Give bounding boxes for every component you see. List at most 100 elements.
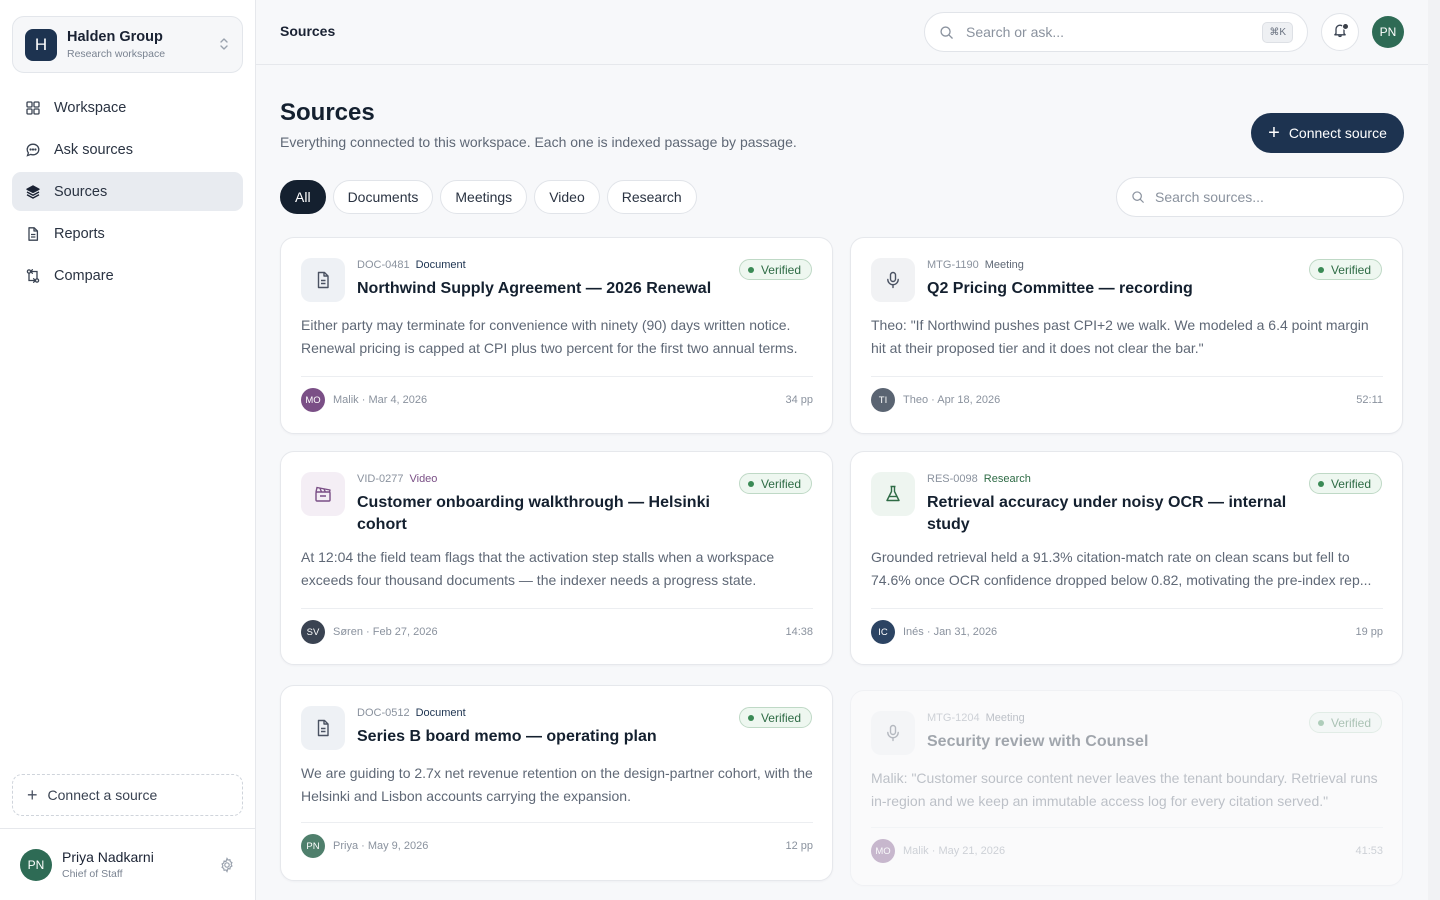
source-id: MTG-1190 xyxy=(927,259,979,271)
source-byline: Søren · Feb 27, 2026 xyxy=(333,626,438,638)
sidebar-item-compare[interactable]: Compare xyxy=(12,256,243,295)
source-kind: Video xyxy=(409,473,438,485)
source-meta: RES-0098 Research xyxy=(927,473,1031,485)
status-label: Verified xyxy=(1330,476,1371,491)
source-length: 14:38 xyxy=(785,626,813,638)
chevron-updown-icon xyxy=(218,37,230,53)
source-length: 52:11 xyxy=(1356,394,1383,406)
search-icon xyxy=(939,25,954,40)
source-title[interactable]: Series B board memo — operating plan xyxy=(357,726,727,748)
source-excerpt: We are guiding to 2.7x net revenue reten… xyxy=(301,765,813,804)
gear-icon[interactable] xyxy=(219,856,235,873)
source-id: RES-0098 xyxy=(927,473,978,485)
sidebar-item-label: Workspace xyxy=(54,99,127,116)
source-meta: DOC-0481 Document xyxy=(357,259,466,271)
plus-icon: + xyxy=(27,784,38,805)
avatar: PN xyxy=(20,848,52,881)
connect-a-source-button[interactable]: + Connect a source xyxy=(12,774,243,816)
workspace-name: Halden Group xyxy=(67,29,163,45)
topbar: Sources Search or ask... ⌘K PN xyxy=(256,0,1428,65)
source-title[interactable]: Q2 Pricing Committee — recording xyxy=(927,278,1297,300)
status-badge: Verified xyxy=(1308,712,1382,733)
workspace-text: Halden Group Research workspace xyxy=(67,29,218,60)
filter-tabs: All Documents Meetings Video Research xyxy=(280,180,704,214)
source-card[interactable]: MTG-1190 Meeting Q2 Pricing Committee — r… xyxy=(850,237,1403,434)
source-title[interactable]: Northwind Supply Agreement — 2026 Renewa… xyxy=(357,278,727,300)
source-footer: MO Malik · May 21, 2026 41:53 xyxy=(871,839,1383,863)
layers-icon xyxy=(25,184,41,200)
source-card[interactable]: MTG-1204 Meeting Security review with Cou… xyxy=(850,690,1403,886)
search-icon xyxy=(1131,190,1145,204)
sources-search-input[interactable]: Search sources... xyxy=(1116,177,1404,217)
grid-icon xyxy=(25,100,41,116)
avatar: IC xyxy=(871,620,895,644)
user-text: Priya Nadkarni Chief of Staff xyxy=(62,849,219,880)
scrollbar[interactable] xyxy=(1428,0,1440,900)
source-excerpt: At 12:04 the field team flags that the a… xyxy=(301,549,775,588)
sidebar-item-ask-sources[interactable]: Ask sources xyxy=(12,130,243,169)
source-footer: TI Theo · Apr 18, 2026 52:11 xyxy=(871,388,1383,412)
sidebar-item-sources[interactable]: Sources xyxy=(12,172,243,211)
divider xyxy=(871,376,1383,377)
divider xyxy=(301,608,813,609)
filter-tab-documents[interactable]: Documents xyxy=(332,180,434,214)
compare-icon xyxy=(25,268,41,284)
source-title[interactable]: Retrieval accuracy under noisy OCR — int… xyxy=(927,492,1297,536)
filter-tab-all[interactable]: All xyxy=(280,180,326,214)
global-search-input[interactable]: Search or ask... ⌘K xyxy=(924,12,1308,52)
status-badge: Verified xyxy=(1308,259,1382,280)
status-dot xyxy=(747,266,754,273)
source-excerpt: Theo: "If Northwind pushes past CPI+2 we… xyxy=(871,317,1369,356)
connect-source-label: Connect source xyxy=(1288,125,1387,141)
sidebar-nav: Workspace Ask sources Sources Reports Co… xyxy=(12,88,243,298)
source-footer: SV Søren · Feb 27, 2026 14:38 xyxy=(301,620,813,644)
source-kind: Research xyxy=(983,473,1031,485)
source-meta: VID-0277 Video xyxy=(357,473,437,485)
status-label: Verified xyxy=(760,262,801,277)
sources-search-placeholder: Search sources... xyxy=(1155,189,1264,205)
filter-tab-meetings[interactable]: Meetings xyxy=(440,180,528,214)
source-byline: Theo · Apr 18, 2026 xyxy=(903,394,1001,406)
page-subtitle: Everything connected to this workspace. … xyxy=(280,134,797,150)
source-card[interactable]: DOC-0481 Document Northwind Supply Agreem… xyxy=(280,237,833,434)
notification-dot xyxy=(1342,23,1349,30)
status-dot xyxy=(747,714,754,721)
filter-tab-research[interactable]: Research xyxy=(606,180,697,214)
divider xyxy=(301,376,813,377)
status-dot xyxy=(747,480,754,487)
avatar[interactable]: PN xyxy=(1372,16,1404,48)
notifications-button[interactable] xyxy=(1321,13,1359,51)
source-kind: Document xyxy=(415,259,466,271)
source-card[interactable]: VID-0277 Video Customer onboarding walkth… xyxy=(280,451,833,665)
source-title[interactable]: Customer onboarding walkthrough — Helsin… xyxy=(357,492,727,536)
source-byline: Malik · Mar 4, 2026 xyxy=(333,394,428,406)
status-badge: Verified xyxy=(738,707,812,728)
connect-source-button[interactable]: + Connect source xyxy=(1251,113,1404,153)
chat-icon xyxy=(25,142,41,158)
document-icon xyxy=(301,706,345,750)
filter-tab-video[interactable]: Video xyxy=(534,180,600,214)
source-title[interactable]: Security review with Counsel xyxy=(927,731,1297,753)
status-label: Verified xyxy=(1330,262,1371,277)
workspace-switcher[interactable]: H Halden Group Research workspace xyxy=(12,16,243,73)
workspace-logo: H xyxy=(25,28,57,61)
source-length: 19 pp xyxy=(1355,626,1383,638)
sidebar-item-reports[interactable]: Reports xyxy=(12,214,243,253)
source-footer: IC Inés · Jan 31, 2026 19 pp xyxy=(871,620,1383,644)
avatar: TI xyxy=(871,388,895,412)
source-byline: Priya · May 9, 2026 xyxy=(333,840,429,852)
shortcut-hint: ⌘K xyxy=(1262,21,1293,43)
source-length: 41:53 xyxy=(1355,845,1383,857)
user-role: Chief of Staff xyxy=(62,868,123,880)
source-card[interactable]: RES-0098 Research Retrieval accuracy unde… xyxy=(850,451,1403,665)
status-dot xyxy=(1317,266,1324,273)
user-name: Priya Nadkarni xyxy=(62,849,154,865)
source-id: DOC-0512 xyxy=(357,707,410,719)
document-icon xyxy=(301,258,345,302)
sidebar-item-workspace[interactable]: Workspace xyxy=(12,88,243,127)
microphone-icon xyxy=(871,711,915,755)
avatar: PN xyxy=(301,834,325,858)
user-profile[interactable]: PN Priya Nadkarni Chief of Staff xyxy=(0,828,255,900)
source-card[interactable]: DOC-0512 Document Series B board memo — o… xyxy=(280,685,833,881)
source-meta: DOC-0512 Document xyxy=(357,707,466,719)
